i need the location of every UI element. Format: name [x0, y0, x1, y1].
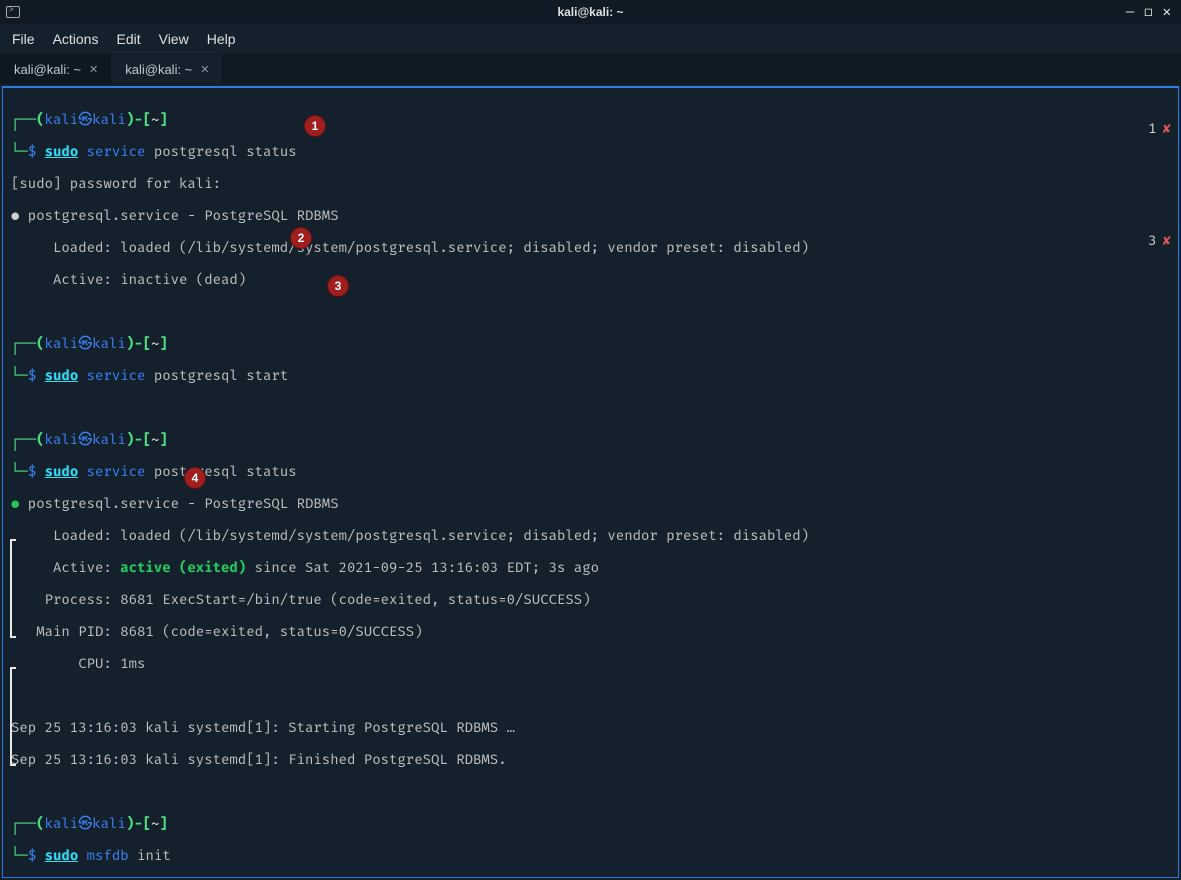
out-active-pre: Active:: [11, 559, 120, 576]
window-title: kali@kali: ~: [557, 5, 623, 19]
annotation-2: 2: [290, 227, 312, 249]
out-pgservice1: postgresql.service - PostgreSQL RDBMS: [19, 207, 338, 224]
annotation-1: 1: [304, 115, 326, 137]
menubar: File Actions Edit View Help: [0, 24, 1181, 54]
out-cpu: CPU: 1ms: [11, 656, 1170, 672]
exit-x-icon-1: ✘: [1163, 120, 1171, 137]
out-loaded2: Loaded: loaded (/lib/systemd/system/post…: [11, 528, 1170, 544]
out-log1: Sep 25 13:16:03 kali systemd[1]: Startin…: [11, 720, 1170, 736]
prompt-sep: ㉿: [78, 111, 92, 128]
menu-view[interactable]: View: [159, 31, 189, 47]
out-sudopw: [sudo] password for kali:: [11, 176, 1170, 192]
menu-file[interactable]: File: [12, 31, 35, 47]
cmd2-rest: postgresql start: [154, 367, 288, 384]
close-icon[interactable]: ✕: [1163, 4, 1171, 20]
annotation-4: 4: [184, 467, 206, 489]
terminal-icon: [6, 6, 20, 18]
out-inactive: Active: inactive (dead): [11, 272, 1170, 288]
cmd3-rest: postgresql status: [154, 463, 297, 480]
window-controls: ― ◻ ✕: [1126, 4, 1181, 20]
prompt-dollar: $: [28, 143, 36, 160]
out-pgservice2: postgresql.service - PostgreSQL RDBMS: [19, 495, 338, 512]
menu-help[interactable]: Help: [207, 31, 236, 47]
menu-actions[interactable]: Actions: [53, 31, 99, 47]
exit-count-1: 1: [1148, 120, 1156, 137]
message-bracket-2: [10, 667, 16, 766]
maximize-icon[interactable]: ◻: [1144, 4, 1152, 20]
exit-badge-2: 3 ✘: [1148, 232, 1171, 249]
prompt-l2: └─: [11, 143, 28, 160]
cmd4-msfdb: msfdb: [87, 847, 129, 864]
cmd2-sudo: sudo: [45, 367, 79, 384]
out-proc: Process: 8681 ExecStart=/bin/true (code=…: [11, 592, 1170, 608]
prompt-corner: ┌──(: [11, 111, 45, 128]
annotation-3: 3: [327, 275, 349, 297]
cmd1-rest: postgresql status: [154, 143, 297, 160]
exit-count-2: 3: [1148, 232, 1156, 249]
cmd4-sudo: sudo: [45, 847, 79, 864]
prompt-user: kali: [45, 111, 79, 128]
out-loaded1: Loaded: loaded (/lib/systemd/system/post…: [11, 240, 1170, 256]
message-bracket-1: [10, 539, 16, 638]
menu-edit[interactable]: Edit: [116, 31, 140, 47]
prompt-host: kali: [92, 111, 126, 128]
cmd1-service: service: [87, 143, 146, 160]
tab-2[interactable]: kali@kali: ~ ✕: [111, 55, 222, 83]
cmd3-service: service: [87, 463, 146, 480]
out-active-post: since Sat 2021-09-25 13:16:03 EDT; 3s ag…: [246, 559, 599, 576]
tab-2-label: kali@kali: ~: [125, 62, 192, 77]
cmd4-rest: init: [137, 847, 171, 864]
titlebar: kali@kali: ~ ― ◻ ✕: [0, 0, 1181, 24]
prompt-sq-close: ]: [159, 111, 167, 128]
cmd2-service: service: [87, 367, 146, 384]
tabbar: kali@kali: ~ ✕ kali@kali: ~ ✕: [0, 54, 1181, 84]
out-log2: Sep 25 13:16:03 kali systemd[1]: Finishe…: [11, 752, 1170, 768]
out-active-green: active (exited): [120, 559, 246, 576]
exit-x-icon-2: ✘: [1163, 232, 1171, 249]
tab-2-close-icon[interactable]: ✕: [200, 63, 209, 76]
terminal-content[interactable]: ┌──(kali㉿kali)-[~] └─$ sudo service post…: [2, 86, 1179, 878]
tab-1-close-icon[interactable]: ✕: [89, 63, 98, 76]
cmd3-sudo: sudo: [45, 463, 79, 480]
tab-1-label: kali@kali: ~: [14, 62, 81, 77]
cmd1-sudo: sudo: [45, 143, 79, 160]
tab-1[interactable]: kali@kali: ~ ✕: [0, 55, 111, 83]
out-mainpid: Main PID: 8681 (code=exited, status=0/SU…: [11, 624, 1170, 640]
prompt-paren-close: )-[: [126, 111, 151, 128]
exit-badge-1: 1 ✘: [1148, 120, 1171, 137]
minimize-icon[interactable]: ―: [1126, 4, 1134, 20]
